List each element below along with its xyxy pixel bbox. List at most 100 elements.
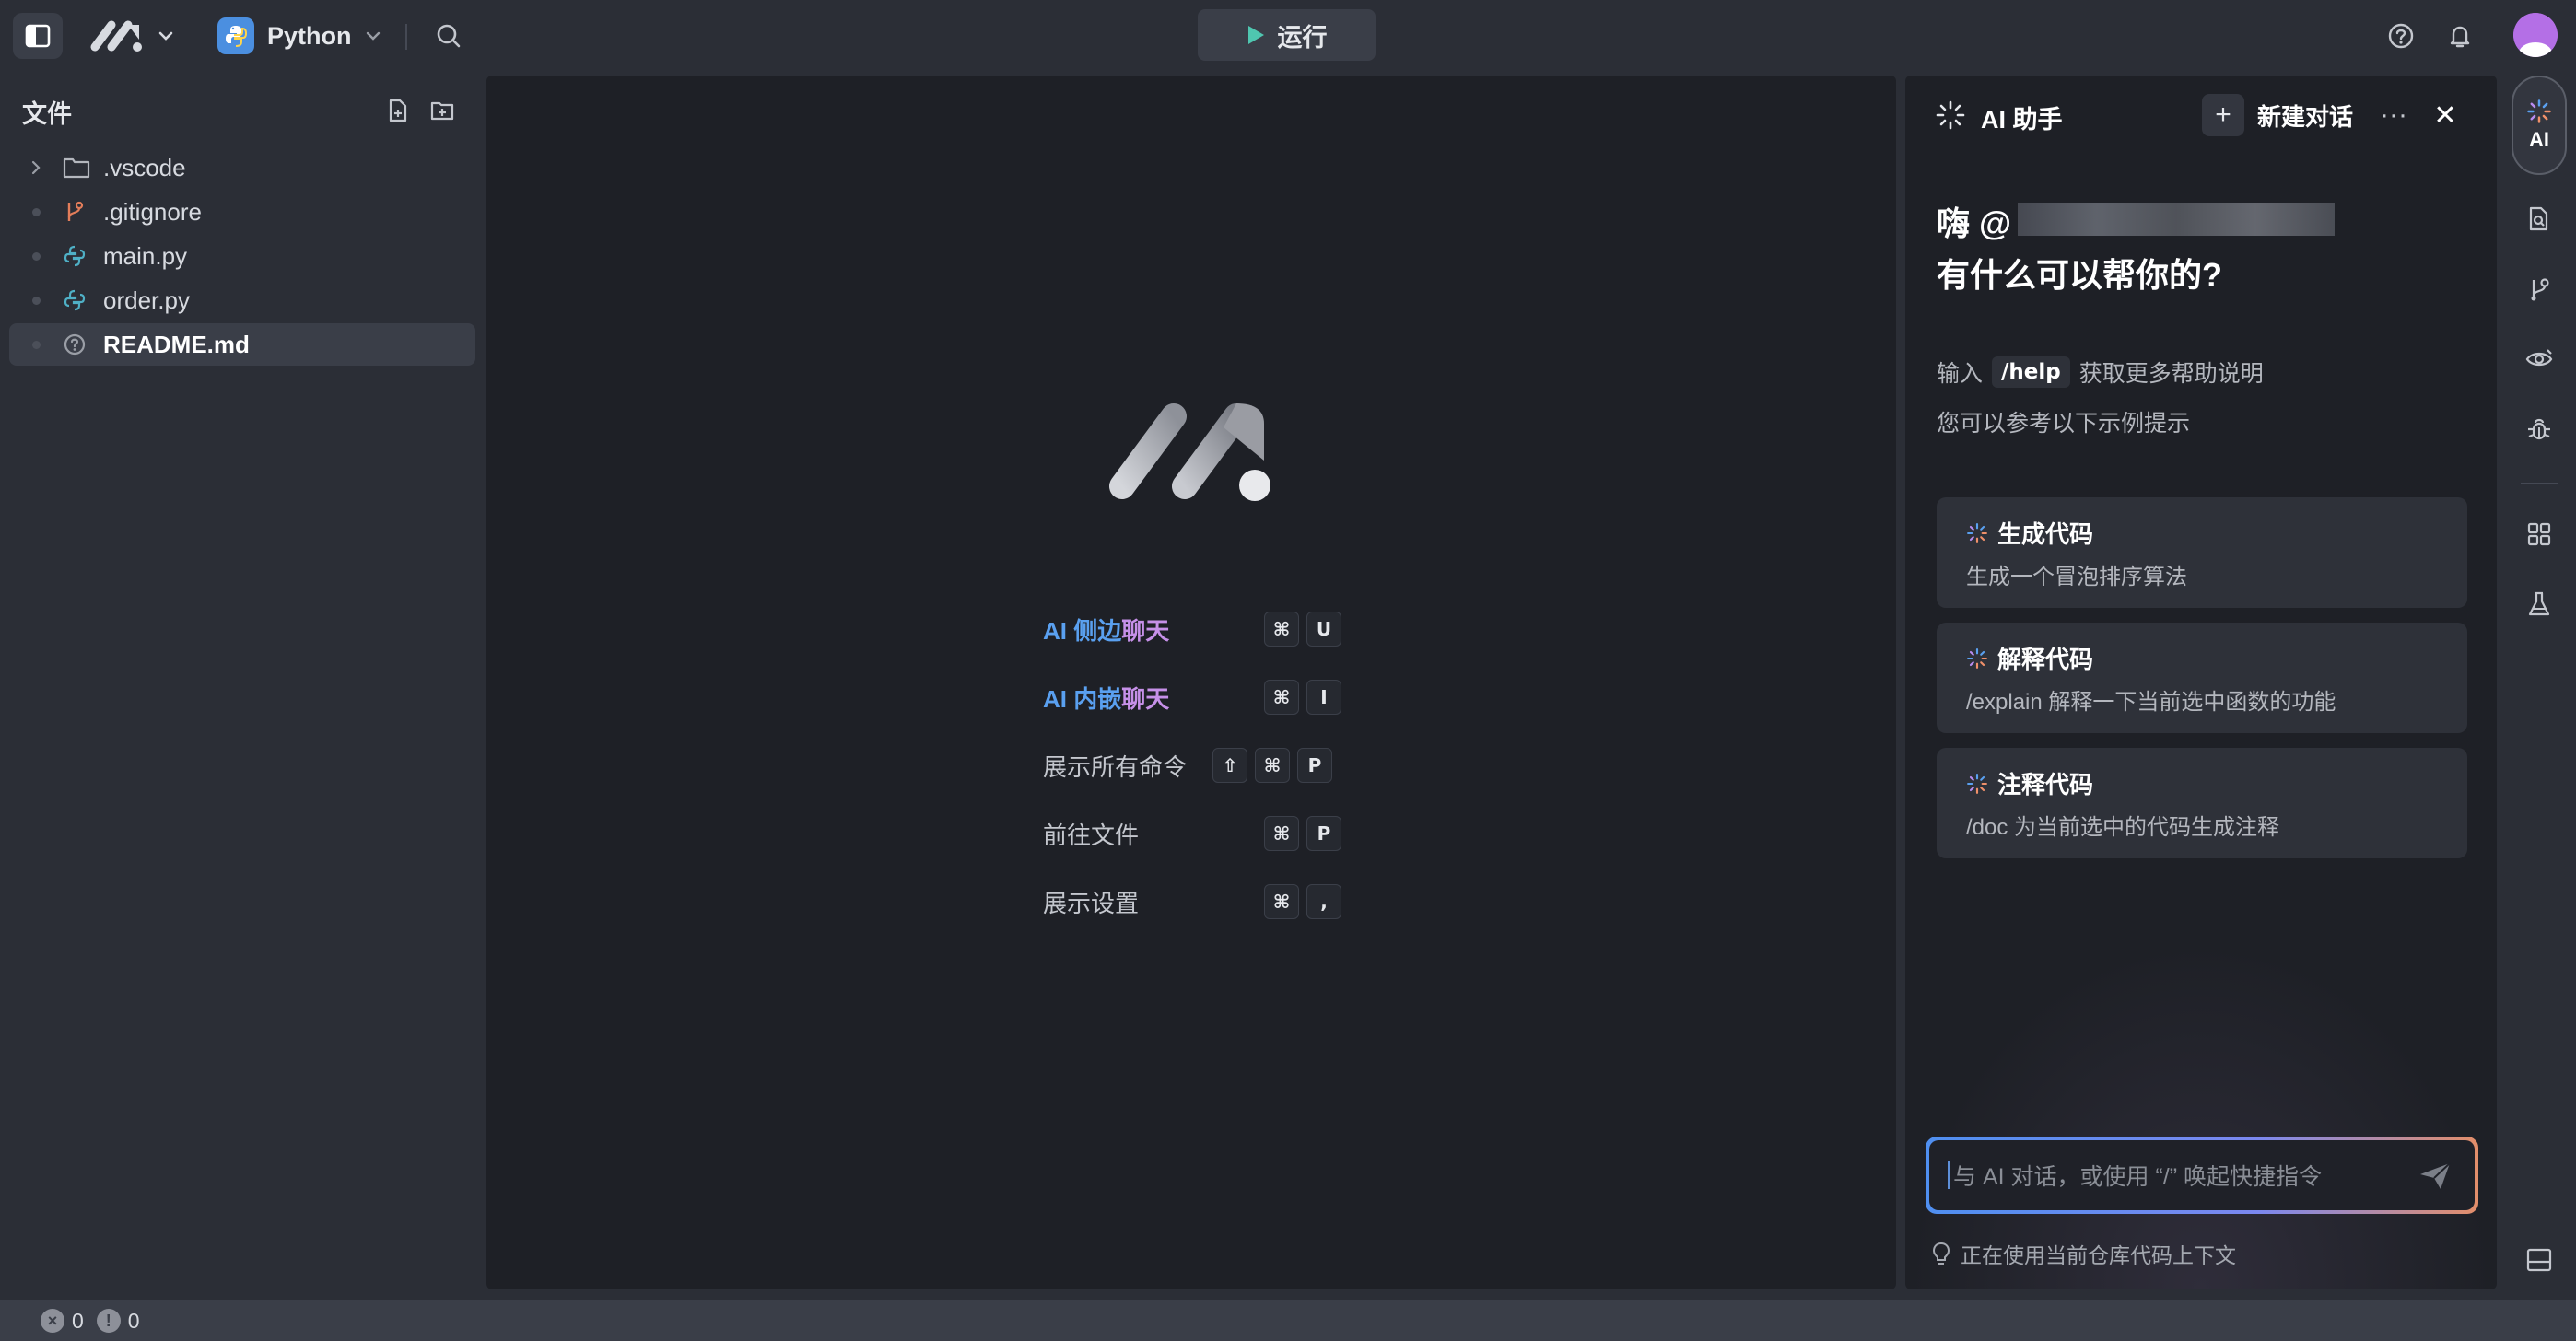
ai-panel-title: AI 助手 bbox=[1981, 106, 2063, 134]
activity-debug-button[interactable] bbox=[2517, 407, 2561, 451]
panel-bottom-icon bbox=[2526, 1248, 2552, 1272]
tree-item-vscode[interactable]: .vscode bbox=[9, 146, 475, 189]
context-note: 正在使用当前仓库代码上下文 bbox=[1931, 1238, 2236, 1269]
toolbar-divider bbox=[405, 24, 407, 50]
warning-count[interactable]: 0 bbox=[128, 1309, 140, 1334]
activity-extensions-button[interactable] bbox=[2517, 512, 2561, 556]
more-options-button[interactable]: ··· bbox=[2373, 96, 2414, 134]
python-file-icon bbox=[64, 289, 86, 311]
status-dot bbox=[31, 251, 41, 261]
activity-test-button[interactable] bbox=[2517, 582, 2561, 626]
help-hint: 输入 /help 获取更多帮助说明 bbox=[1937, 356, 2264, 389]
play-icon bbox=[1247, 26, 1264, 44]
file-explorer-title: 文件 bbox=[22, 100, 72, 128]
key-cmd: ⌘ bbox=[1264, 680, 1299, 715]
error-count[interactable]: 0 bbox=[72, 1309, 84, 1334]
shortcut-go-to-file[interactable]: 前往文件 ⌘ P bbox=[1043, 812, 1341, 855]
new-folder-button[interactable] bbox=[424, 92, 461, 129]
ai-sparkle-icon bbox=[1967, 773, 1987, 794]
git-branch-icon bbox=[67, 201, 84, 221]
status-dot bbox=[31, 207, 41, 216]
user-avatar[interactable] bbox=[2513, 13, 2558, 57]
tree-item-order-py[interactable]: order.py bbox=[9, 279, 475, 321]
shortcut-show-settings[interactable]: 展示设置 ⌘ , bbox=[1043, 880, 1341, 923]
chat-input-placeholder: 与 AI 对话，或使用 “/” 唤起快捷指令 bbox=[1953, 1164, 2323, 1190]
new-file-button[interactable] bbox=[380, 92, 416, 129]
status-dot bbox=[31, 296, 41, 305]
tree-item-gitignore[interactable]: .gitignore bbox=[9, 191, 475, 233]
key-comma: , bbox=[1306, 884, 1341, 919]
example-hint: 您可以参考以下示例提示 bbox=[1937, 411, 2191, 437]
text-caret bbox=[1948, 1161, 1950, 1189]
error-icon[interactable]: × bbox=[41, 1309, 64, 1333]
grid-icon bbox=[2527, 522, 2551, 546]
greeting-prefix: 嗨 @ bbox=[1937, 204, 2012, 242]
key-u: U bbox=[1306, 612, 1341, 647]
send-button[interactable] bbox=[2412, 1157, 2458, 1195]
run-button[interactable]: 运行 bbox=[1198, 9, 1376, 61]
sidebar-toggle-button[interactable] bbox=[13, 13, 63, 59]
new-chat-button[interactable]: + 新建对话 bbox=[2202, 92, 2353, 138]
key-p: P bbox=[1297, 748, 1332, 783]
bell-icon bbox=[2450, 26, 2470, 48]
tree-item-main-py[interactable]: main.py bbox=[9, 235, 475, 277]
example-card-comment[interactable]: 注释代码 /doc 为当前选中的代码生成注释 bbox=[1937, 748, 2467, 858]
activity-file-search-button[interactable] bbox=[2517, 197, 2561, 241]
activity-ai-button[interactable]: AI bbox=[2512, 76, 2567, 175]
activity-ai-label: AI bbox=[2529, 128, 2549, 151]
tree-item-label: .vscode bbox=[103, 153, 186, 181]
example-card-explain[interactable]: 解释代码 /explain 解释一下当前选中函数的功能 bbox=[1937, 623, 2467, 733]
shortcut-ai-side-chat[interactable]: AI 侧边聊天 ⌘ U bbox=[1043, 608, 1341, 650]
shortcut-show-commands[interactable]: 展示所有命令 ⇧ ⌘ P bbox=[1043, 744, 1332, 787]
app-logo-icon bbox=[1109, 403, 1270, 501]
tree-item-readme[interactable]: README.md bbox=[9, 323, 475, 366]
file-search-icon bbox=[2529, 206, 2548, 231]
folder-icon bbox=[63, 157, 90, 179]
notifications-button[interactable] bbox=[2438, 15, 2482, 57]
activity-bar bbox=[2502, 72, 2576, 1300]
ai-sparkle-icon bbox=[1936, 100, 1965, 130]
question-file-icon bbox=[64, 333, 86, 356]
git-branch-icon bbox=[2531, 278, 2549, 301]
ai-sparkle-icon bbox=[2527, 99, 2551, 123]
warning-icon[interactable]: ! bbox=[96, 1309, 121, 1333]
activity-preview-button[interactable] bbox=[2517, 337, 2561, 381]
chevron-down-icon bbox=[158, 31, 173, 41]
example-card-generate[interactable]: 生成代码 生成一个冒泡排序算法 bbox=[1937, 497, 2467, 608]
activity-git-button[interactable] bbox=[2517, 267, 2561, 311]
status-dot bbox=[31, 340, 41, 349]
python-icon bbox=[217, 17, 254, 54]
chat-input[interactable]: 与 AI 对话，或使用 “/” 唤起快捷指令 bbox=[1929, 1140, 2475, 1210]
help-command-chip: /help bbox=[1992, 356, 2070, 388]
key-i: I bbox=[1306, 680, 1341, 715]
eye-icon bbox=[2525, 349, 2553, 367]
tree-item-label: README.md bbox=[103, 330, 250, 358]
tree-item-label: main.py bbox=[103, 241, 188, 270]
chevron-down-icon bbox=[366, 31, 380, 41]
new-chat-label: 新建对话 bbox=[2257, 102, 2354, 131]
card-description: /doc 为当前选中的代码生成注释 bbox=[1966, 815, 2280, 840]
send-icon bbox=[2420, 1162, 2451, 1189]
tree-item-label: .gitignore bbox=[103, 197, 202, 226]
language-label: Python bbox=[267, 21, 352, 50]
redacted-username bbox=[2018, 203, 2335, 236]
key-cmd: ⌘ bbox=[1255, 748, 1290, 783]
new-folder-icon bbox=[430, 101, 454, 121]
help-button[interactable] bbox=[2379, 15, 2423, 57]
search-button[interactable] bbox=[426, 15, 472, 57]
ai-sparkle-icon bbox=[1967, 522, 1987, 543]
bug-icon bbox=[2528, 418, 2550, 440]
activity-panel-toggle-button[interactable] bbox=[2517, 1238, 2561, 1282]
sidebar-toggle-icon bbox=[25, 24, 51, 48]
shortcut-ai-inline-chat[interactable]: AI 内嵌聊天 ⌘ I bbox=[1043, 676, 1341, 718]
app-menu-button[interactable] bbox=[81, 15, 182, 57]
search-icon bbox=[437, 24, 461, 48]
python-file-icon bbox=[64, 245, 86, 267]
chevron-right-icon bbox=[31, 160, 41, 175]
ai-sparkle-icon bbox=[1967, 647, 1987, 669]
key-cmd: ⌘ bbox=[1264, 612, 1299, 647]
close-panel-button[interactable]: ✕ bbox=[2425, 96, 2465, 134]
key-cmd: ⌘ bbox=[1264, 884, 1299, 919]
plus-icon: + bbox=[2202, 94, 2244, 136]
language-selector[interactable]: Python bbox=[206, 13, 392, 59]
